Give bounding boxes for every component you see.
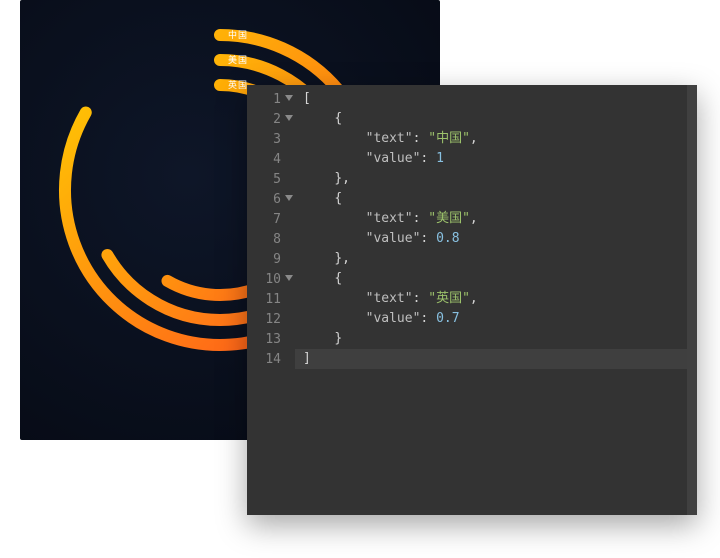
token-punc: , xyxy=(470,211,478,226)
token-brace: } xyxy=(334,331,342,346)
code-line[interactable]: ] xyxy=(295,349,697,369)
token-key: "value" xyxy=(366,311,421,326)
token-punc: : xyxy=(413,131,429,146)
line-number: 14 xyxy=(247,349,295,369)
line-number: 3 xyxy=(247,129,295,149)
token-brace: ] xyxy=(303,351,311,366)
line-number: 8 xyxy=(247,229,295,249)
token-key: "text" xyxy=(366,211,413,226)
token-brace: }, xyxy=(334,171,350,186)
token-punc: : xyxy=(413,211,429,226)
token-string: "美国" xyxy=(428,211,470,226)
code-line[interactable]: "text": "中国", xyxy=(295,129,697,149)
code-editor[interactable]: 1234567891011121314 [ { "text": "中国", "v… xyxy=(247,85,697,515)
line-number: 1 xyxy=(247,89,295,109)
chart-series-label: 中国 xyxy=(228,28,248,41)
code-line[interactable]: "text": "美国", xyxy=(295,209,697,229)
line-number: 11 xyxy=(247,289,295,309)
editor-code-area[interactable]: [ { "text": "中国", "value": 1 }, { "text"… xyxy=(295,85,697,515)
token-number: 0.7 xyxy=(436,311,459,326)
chart-series-label: 英国 xyxy=(228,78,248,91)
line-number: 2 xyxy=(247,109,295,129)
editor-gutter: 1234567891011121314 xyxy=(247,85,295,515)
token-brace: { xyxy=(334,271,342,286)
line-number: 6 xyxy=(247,189,295,209)
code-line[interactable]: "value": 1 xyxy=(295,149,697,169)
line-number: 10 xyxy=(247,269,295,289)
scrollbar[interactable] xyxy=(687,85,697,515)
chart-series-label: 美国 xyxy=(228,53,248,66)
line-number: 13 xyxy=(247,329,295,349)
fold-toggle-icon[interactable] xyxy=(285,115,293,121)
token-key: "text" xyxy=(366,131,413,146)
line-number: 7 xyxy=(247,209,295,229)
code-line[interactable]: }, xyxy=(295,169,697,189)
token-punc: : xyxy=(420,151,436,166)
line-number: 4 xyxy=(247,149,295,169)
code-line[interactable]: "value": 0.7 xyxy=(295,309,697,329)
token-number: 0.8 xyxy=(436,231,459,246)
code-line[interactable]: [ xyxy=(295,89,697,109)
token-brace: { xyxy=(334,111,342,126)
token-brace: }, xyxy=(334,251,350,266)
token-punc: , xyxy=(470,131,478,146)
token-punc: : xyxy=(420,231,436,246)
token-key: "text" xyxy=(366,291,413,306)
token-key: "value" xyxy=(366,231,421,246)
line-number: 9 xyxy=(247,249,295,269)
code-line[interactable]: { xyxy=(295,269,697,289)
token-key: "value" xyxy=(366,151,421,166)
line-number: 5 xyxy=(247,169,295,189)
token-punc: , xyxy=(470,291,478,306)
code-line[interactable]: } xyxy=(295,329,697,349)
fold-toggle-icon[interactable] xyxy=(285,95,293,101)
token-brace: { xyxy=(334,191,342,206)
code-line[interactable]: "text": "英国", xyxy=(295,289,697,309)
code-line[interactable]: "value": 0.8 xyxy=(295,229,697,249)
token-number: 1 xyxy=(436,151,444,166)
token-string: "中国" xyxy=(428,131,470,146)
line-number: 12 xyxy=(247,309,295,329)
code-line[interactable]: }, xyxy=(295,249,697,269)
fold-toggle-icon[interactable] xyxy=(285,195,293,201)
token-brace: [ xyxy=(303,91,311,106)
token-string: "英国" xyxy=(428,291,470,306)
token-punc: : xyxy=(413,291,429,306)
fold-toggle-icon[interactable] xyxy=(285,275,293,281)
token-punc: : xyxy=(420,311,436,326)
code-line[interactable]: { xyxy=(295,189,697,209)
code-line[interactable]: { xyxy=(295,109,697,129)
